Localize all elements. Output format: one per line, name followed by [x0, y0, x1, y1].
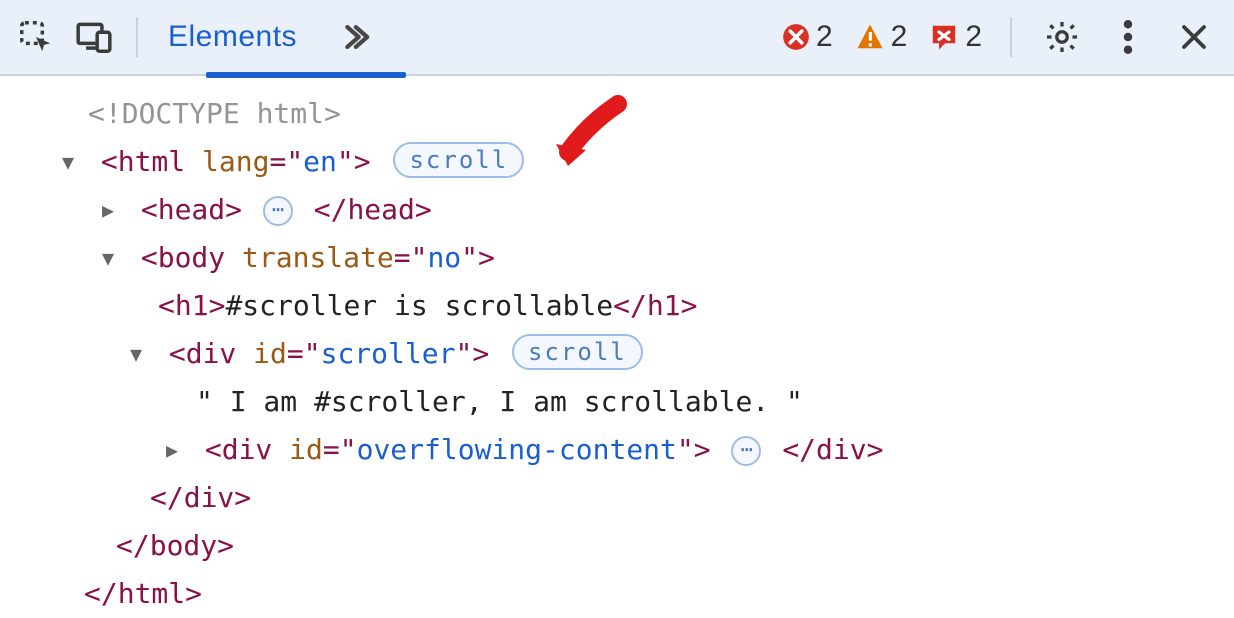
- more-tabs-button[interactable]: [329, 13, 377, 61]
- issue-icon: [929, 22, 959, 52]
- error-icon: [782, 23, 810, 51]
- dom-text-node-scroller[interactable]: " I am #scroller, I am scrollable. ": [0, 378, 1234, 426]
- errors-indicator[interactable]: 2: [782, 20, 833, 54]
- toolbar-right-group: 2 2 2: [782, 15, 1216, 59]
- disclosure-triangle-open[interactable]: ▼: [56, 138, 80, 186]
- scroll-badge[interactable]: scroll: [393, 142, 524, 178]
- tab-elements-underline: [206, 72, 406, 78]
- disclosure-triangle-closed[interactable]: ▶: [160, 426, 184, 474]
- disclosure-triangle-open[interactable]: ▼: [96, 234, 120, 282]
- toolbar-left-group: Elements: [14, 13, 377, 61]
- kebab-icon: [1123, 20, 1133, 54]
- close-devtools-button[interactable]: [1172, 15, 1216, 59]
- tab-elements-label: Elements: [168, 20, 297, 54]
- toolbar-divider: [1010, 17, 1012, 57]
- more-menu-button[interactable]: [1106, 15, 1150, 59]
- dom-close-html[interactable]: </html>: [0, 570, 1234, 618]
- warnings-count: 2: [891, 20, 908, 54]
- devtools-toolbar: Elements 2 2: [0, 0, 1234, 76]
- dom-node-body[interactable]: ▼ <body translate="no">: [0, 234, 1234, 282]
- settings-button[interactable]: [1040, 15, 1084, 59]
- scroll-badge[interactable]: scroll: [512, 334, 643, 370]
- dom-node-div-scroller[interactable]: ▼ <div id="scroller"> scroll: [0, 330, 1234, 378]
- elements-tree[interactable]: <!DOCTYPE html> ▼ <html lang="en"> scrol…: [0, 76, 1234, 618]
- dom-close-body[interactable]: </body>: [0, 522, 1234, 570]
- tab-elements[interactable]: Elements: [158, 20, 307, 54]
- dom-node-head[interactable]: ▶ <head> ⋯ </head>: [0, 186, 1234, 234]
- inspect-icon[interactable]: [14, 15, 58, 59]
- disclosure-triangle-closed[interactable]: ▶: [96, 186, 120, 234]
- issues-indicator[interactable]: 2: [929, 20, 982, 54]
- ellipsis-badge[interactable]: ⋯: [731, 436, 761, 466]
- ellipsis-badge[interactable]: ⋯: [263, 196, 293, 226]
- toolbar-divider: [136, 17, 138, 57]
- dom-close-div-scroller[interactable]: </div>: [0, 474, 1234, 522]
- errors-count: 2: [816, 20, 833, 54]
- dom-node-h1[interactable]: <h1>#scroller is scrollable</h1>: [0, 282, 1234, 330]
- disclosure-triangle-open[interactable]: ▼: [124, 330, 148, 378]
- doctype-text: <!DOCTYPE html>: [88, 97, 341, 130]
- issues-count: 2: [965, 20, 982, 54]
- dom-node-doctype[interactable]: <!DOCTYPE html>: [0, 90, 1234, 138]
- warning-icon: [855, 22, 885, 52]
- device-toggle-icon[interactable]: [72, 15, 116, 59]
- warnings-indicator[interactable]: 2: [855, 20, 908, 54]
- close-icon: [1179, 22, 1209, 52]
- gear-icon: [1044, 19, 1080, 55]
- dom-node-div-overflow[interactable]: ▶ <div id="overflowing-content"> ⋯ </div…: [0, 426, 1234, 474]
- dom-node-html[interactable]: ▼ <html lang="en"> scroll: [0, 138, 1234, 186]
